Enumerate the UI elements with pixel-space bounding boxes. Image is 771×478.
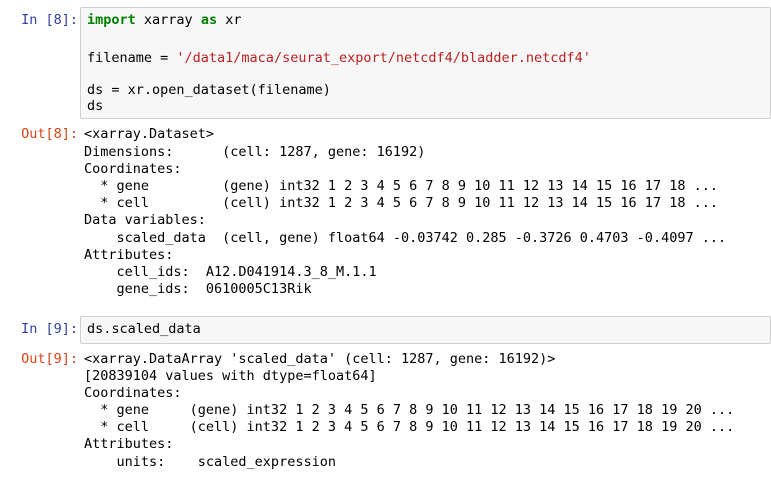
output-line: Coordinates: [84, 161, 182, 177]
code-line-open-dataset: ds = xr.open_dataset(filename) [87, 82, 331, 98]
output-line: <xarray.Dataset> [84, 126, 215, 142]
output-line: cell_ids: A12.D041914.3_8_M.1.1 [84, 264, 377, 280]
output-line: * gene (gene) int32 1 2 3 4 5 6 7 8 9 10… [84, 178, 718, 194]
code-line-scaled-data: ds.scaled_data [87, 321, 201, 337]
code-cell-8[interactable]: import xarray as xr filename = '/data1/m… [80, 7, 771, 119]
out-prompt-8: Out[8]: [21, 126, 78, 142]
output-line: scaled_data (cell, gene) float64 -0.0374… [84, 230, 727, 246]
code-line-ds: ds [87, 98, 104, 114]
code-line-import: import xarray as xr [87, 12, 242, 28]
output-line: Attributes: [84, 247, 174, 263]
output-line: <xarray.DataArray 'scaled_data' (cell: 1… [84, 351, 556, 367]
output-line: [20839104 values with dtype=float64] [84, 368, 377, 384]
in-prompt-8: In [8]: [21, 12, 78, 28]
output-line: Dimensions: (cell: 1287, gene: 16192) [84, 144, 426, 160]
output-line: Coordinates: [84, 385, 182, 401]
code-cell-9[interactable]: ds.scaled_data [80, 316, 771, 344]
output-line: * gene (gene) int32 1 2 3 4 5 6 7 8 9 10… [84, 402, 735, 418]
output-line: * cell (cell) int32 1 2 3 4 5 6 7 8 9 10… [84, 195, 718, 211]
output-line: units: scaled_expression [84, 454, 336, 470]
output-line: gene_ids: 0610005C13Rik [84, 281, 312, 297]
in-prompt-9: In [9]: [21, 321, 78, 337]
output-line: * cell (cell) int32 1 2 3 4 5 6 7 8 9 10… [84, 419, 735, 435]
out-prompt-9: Out[9]: [21, 351, 78, 367]
output-line: Attributes: [84, 436, 174, 452]
output-line: Data variables: [84, 212, 206, 228]
code-line-filename: filename = '/data1/maca/seurat_export/ne… [87, 50, 591, 66]
